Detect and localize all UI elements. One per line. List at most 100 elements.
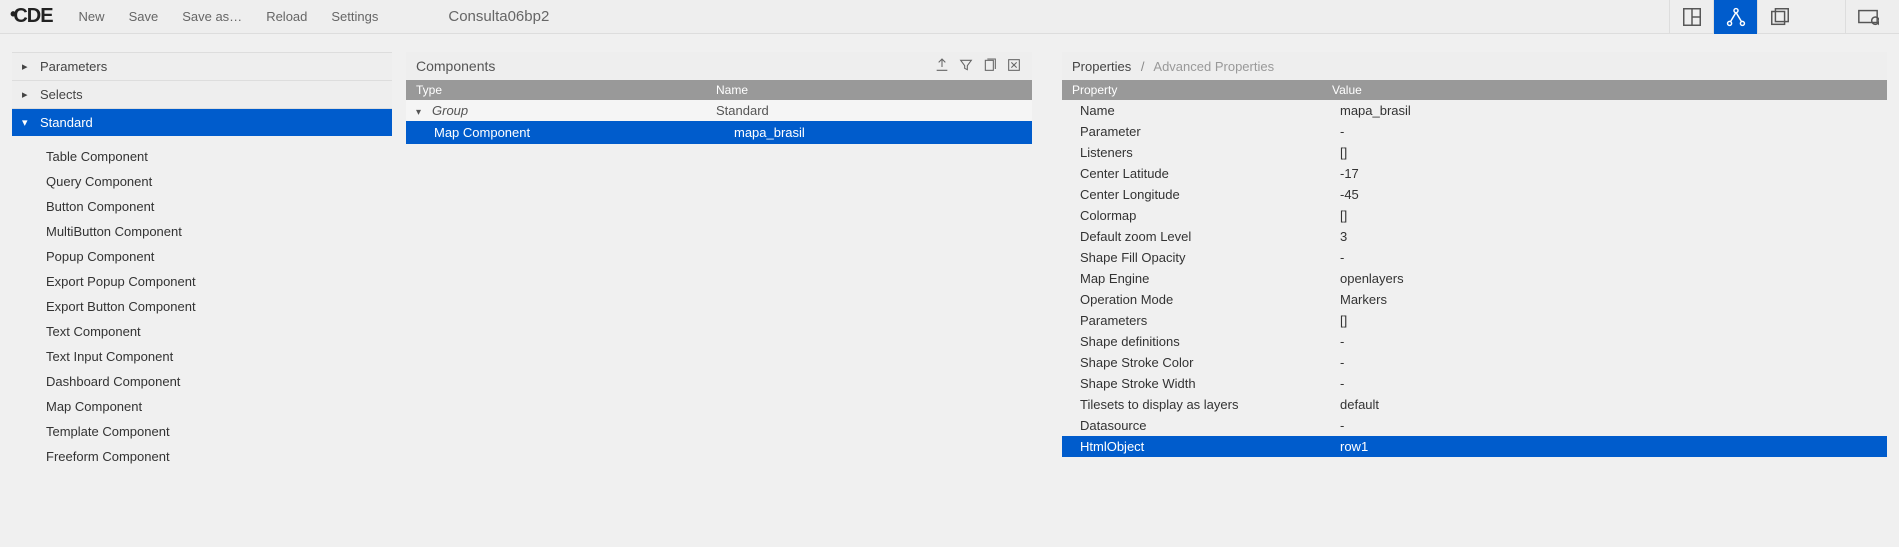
upload-icon[interactable] (934, 57, 950, 76)
property-row[interactable]: Tilesets to display as layersdefault (1062, 394, 1887, 415)
property-row[interactable]: Shape definitions- (1062, 331, 1887, 352)
chevron-right-icon: ▸ (22, 60, 32, 73)
property-row[interactable]: Center Latitude-17 (1062, 163, 1887, 184)
chevron-down-icon: ▾ (416, 107, 426, 118)
page-title: Consulta06bp2 (448, 8, 549, 25)
menu: New Save Save as… Reload Settings (69, 5, 389, 28)
tree-item[interactable]: MultiButton Component (42, 219, 392, 244)
tree-item[interactable]: Dashboard Component (42, 369, 392, 394)
property-key: HtmlObject (1080, 439, 1340, 454)
property-key: Colormap (1080, 208, 1340, 223)
menu-save-as[interactable]: Save as… (172, 5, 252, 28)
property-value[interactable]: [] (1340, 208, 1877, 223)
copy-icon[interactable] (982, 57, 998, 76)
property-key: Operation Mode (1080, 292, 1340, 307)
tree-item[interactable]: Popup Component (42, 244, 392, 269)
properties-rows: Namemapa_brasilParameter-Listeners[]Cent… (1062, 100, 1887, 457)
tree-item[interactable]: Text Component (42, 319, 392, 344)
property-value[interactable]: 3 (1340, 229, 1877, 244)
col-type: Type (416, 83, 716, 97)
tree-item[interactable]: Export Button Component (42, 294, 392, 319)
property-key: Parameter (1080, 124, 1340, 139)
property-key: Shape definitions (1080, 334, 1340, 349)
property-row[interactable]: Colormap[] (1062, 205, 1887, 226)
accordion-selects[interactable]: ▸ Selects (12, 81, 392, 108)
property-value[interactable]: openlayers (1340, 271, 1877, 286)
property-key: Shape Stroke Width (1080, 376, 1340, 391)
property-value[interactable]: -45 (1340, 187, 1877, 202)
workspace: ▸ Parameters ▸ Selects ▾ Standard Table … (0, 34, 1899, 485)
accordion-label: Standard (40, 115, 93, 130)
col-property: Property (1072, 83, 1332, 97)
property-value[interactable]: - (1340, 250, 1877, 265)
property-key: Datasource (1080, 418, 1340, 433)
property-row[interactable]: Datasource- (1062, 415, 1887, 436)
menu-save[interactable]: Save (119, 5, 169, 28)
tree-item[interactable]: Freeform Component (42, 444, 392, 469)
tree-item[interactable]: Export Popup Component (42, 269, 392, 294)
tree-item[interactable]: Table Component (42, 144, 392, 169)
col-value: Value (1332, 83, 1877, 97)
layout-view-button[interactable] (1669, 0, 1713, 34)
accordion-label: Selects (40, 87, 83, 102)
menu-reload[interactable]: Reload (256, 5, 317, 28)
property-key: Name (1080, 103, 1340, 118)
property-value[interactable]: - (1340, 418, 1877, 433)
property-value[interactable]: [] (1340, 313, 1877, 328)
tree-item[interactable]: Query Component (42, 169, 392, 194)
property-row[interactable]: Parameter- (1062, 121, 1887, 142)
property-key: Map Engine (1080, 271, 1340, 286)
datasources-view-button[interactable] (1757, 0, 1801, 34)
components-group-row[interactable]: ▾Group Standard (406, 100, 1032, 121)
accordion-standard[interactable]: ▾ Standard (12, 109, 392, 136)
components-panel: Components Type Name ▾Group Standard Map… (406, 52, 1032, 475)
property-row[interactable]: Listeners[] (1062, 142, 1887, 163)
property-value[interactable]: -17 (1340, 166, 1877, 181)
property-value[interactable]: mapa_brasil (1340, 103, 1877, 118)
property-value[interactable]: - (1340, 376, 1877, 391)
properties-panel-head: Properties / Advanced Properties (1062, 52, 1887, 80)
tree-item[interactable]: Map Component (42, 394, 392, 419)
property-key: Listeners (1080, 145, 1340, 160)
property-row[interactable]: Parameters[] (1062, 310, 1887, 331)
property-row[interactable]: HtmlObjectrow1 (1062, 436, 1887, 457)
property-row[interactable]: Shape Stroke Width- (1062, 373, 1887, 394)
filter-icon[interactable] (958, 57, 974, 76)
top-toolbar (1669, 0, 1889, 34)
tree-item[interactable]: Button Component (42, 194, 392, 219)
menu-settings[interactable]: Settings (321, 5, 388, 28)
left-panel: ▸ Parameters ▸ Selects ▾ Standard Table … (12, 52, 392, 475)
property-value[interactable]: - (1340, 124, 1877, 139)
properties-panel: Properties / Advanced Properties Propert… (1062, 52, 1887, 475)
tree-item[interactable]: Template Component (42, 419, 392, 444)
property-row[interactable]: Default zoom Level3 (1062, 226, 1887, 247)
property-value[interactable]: - (1340, 334, 1877, 349)
delete-icon[interactable] (1006, 57, 1022, 76)
components-panel-head: Components (406, 52, 1032, 80)
property-row[interactable]: Map Engineopenlayers (1062, 268, 1887, 289)
properties-table-head: Property Value (1062, 80, 1887, 100)
properties-tab[interactable]: Properties (1072, 59, 1131, 74)
accordion-parameters[interactable]: ▸ Parameters (12, 53, 392, 80)
property-value[interactable]: default (1340, 397, 1877, 412)
tree-item[interactable]: Text Input Component (42, 344, 392, 369)
advanced-properties-tab[interactable]: Advanced Properties (1153, 59, 1274, 74)
property-value[interactable]: [] (1340, 145, 1877, 160)
property-row[interactable]: Operation ModeMarkers (1062, 289, 1887, 310)
menu-new[interactable]: New (69, 5, 115, 28)
property-value[interactable]: Markers (1340, 292, 1877, 307)
property-value[interactable]: - (1340, 355, 1877, 370)
property-value[interactable]: row1 (1340, 439, 1877, 454)
col-name: Name (716, 83, 1022, 97)
app-logo: CDE (10, 5, 53, 28)
components-view-button[interactable] (1713, 0, 1757, 34)
group-label: Group (432, 103, 468, 118)
property-key: Shape Stroke Color (1080, 355, 1340, 370)
property-row[interactable]: Center Longitude-45 (1062, 184, 1887, 205)
components-selected-row[interactable]: Map Component mapa_brasil (406, 121, 1032, 144)
property-row[interactable]: Namemapa_brasil (1062, 100, 1887, 121)
property-row[interactable]: Shape Fill Opacity- (1062, 247, 1887, 268)
preview-button[interactable] (1845, 0, 1889, 34)
property-key: Shape Fill Opacity (1080, 250, 1340, 265)
property-row[interactable]: Shape Stroke Color- (1062, 352, 1887, 373)
